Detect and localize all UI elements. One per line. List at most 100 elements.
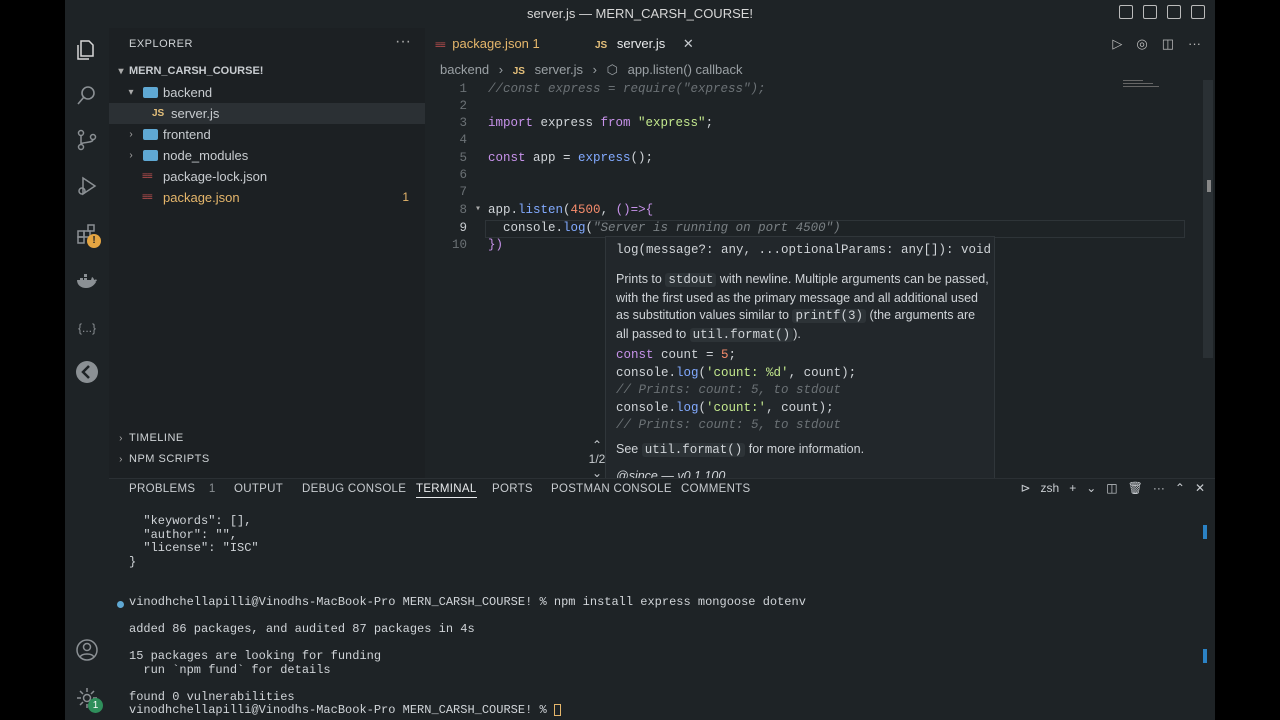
json-file-icon: ≡≡ [435, 40, 446, 51]
tab-terminal[interactable]: TERMINAL [416, 483, 477, 498]
layout-controls [1119, 5, 1205, 19]
tree-item-frontend[interactable]: › frontend [109, 124, 425, 145]
trash-icon[interactable]: 🗑 [1128, 481, 1143, 495]
js-file-icon: JS [152, 108, 165, 119]
chevron-right-icon: › [129, 150, 133, 161]
folder-icon [143, 129, 158, 140]
tree-item-backend[interactable]: ▾ backend [109, 82, 425, 103]
npm-scripts-section[interactable]: › NPM SCRIPTS [109, 449, 425, 470]
search-icon[interactable] [75, 83, 99, 107]
js-file-icon: JS [512, 66, 525, 77]
maximize-panel-icon[interactable]: ⌃ [1175, 481, 1185, 495]
gitkraken-icon[interactable] [75, 360, 99, 384]
workspace-root[interactable]: ▾ MERN_CARSH_COURSE! [109, 61, 425, 82]
terminal-output[interactable]: "keywords": [], "author": "", "license":… [129, 514, 1189, 718]
json-file-icon: ≡≡ [142, 192, 153, 203]
command-status-dot [117, 601, 124, 608]
breadcrumb-symbol[interactable]: app.listen() callback [628, 62, 743, 77]
close-tab-icon[interactable]: ✕ [683, 36, 694, 51]
toggle-secondary-sidebar-icon[interactable] [1167, 5, 1181, 19]
toggle-panel-icon[interactable] [1143, 5, 1157, 19]
toggle-sidebar-icon[interactable] [1119, 5, 1133, 19]
source-control-icon[interactable] [75, 128, 99, 152]
docker-icon[interactable] [75, 270, 99, 294]
title-bar: server.js — MERN_CARSH_COURSE! [65, 0, 1215, 28]
panel-actions: ⊳ zsh + ⌄ ◫ 🗑 ··· ⌃ ✕ [1020, 481, 1205, 495]
code-line-5: const app = express(); [488, 151, 654, 165]
tab-output[interactable]: OUTPUT [234, 483, 283, 495]
more-actions-icon[interactable]: ··· [1153, 481, 1165, 495]
chevron-right-icon: › [129, 129, 133, 140]
more-actions-icon[interactable]: ··· [1188, 36, 1201, 52]
terminal-scroll-marker [1203, 649, 1207, 663]
inline-suggestion: "Server is running on port 4500") [593, 221, 841, 235]
account-icon[interactable] [75, 638, 99, 662]
explorer-icon[interactable] [75, 38, 99, 62]
timeline-section[interactable]: › TIMELINE [109, 428, 425, 449]
line-number: 1 [459, 82, 467, 96]
debug-run-icon[interactable]: ◎ [1136, 36, 1147, 52]
minimap[interactable] [1123, 80, 1163, 110]
chevron-down-icon: ▾ [128, 87, 134, 98]
settings-badge: 1 [88, 698, 103, 713]
window-title: server.js — MERN_CARSH_COURSE! [526, 6, 754, 21]
code-line-1: //const express = require("express"); [488, 82, 766, 96]
hover-signature: log(message?: any, ...optionalParams: an… [616, 243, 992, 257]
fold-chevron-icon[interactable]: ▾ [475, 203, 481, 215]
scrollbar-thumb[interactable] [1207, 180, 1211, 192]
activity-bar: ! {...} 1 [65, 28, 109, 720]
tab-server-js[interactable]: JS server.js ✕ [585, 28, 715, 60]
code-line-3: import express from "express"; [488, 116, 714, 130]
tree-item-server-js[interactable]: JS server.js [109, 103, 425, 124]
tree-item-package-lock[interactable]: ≡≡ package-lock.json [109, 166, 425, 187]
chevron-right-icon: › [119, 433, 123, 444]
customize-layout-icon[interactable] [1191, 5, 1205, 19]
terminal-cursor [553, 704, 561, 716]
breadcrumb-file[interactable]: server.js [535, 62, 583, 77]
extensions-icon[interactable]: ! [75, 222, 101, 248]
tab-comments[interactable]: COMMENTS [681, 483, 750, 495]
cube-icon: ⬡ [606, 62, 618, 77]
code-line-8: app.listen(4500, ()=>{ [488, 203, 654, 217]
tab-postman-console[interactable]: POSTMAN CONSOLE [551, 483, 672, 495]
js-file-icon: JS [595, 40, 608, 51]
chevron-right-icon: › [119, 454, 123, 465]
editor-scrollbar[interactable] [1203, 80, 1213, 358]
new-terminal-icon[interactable]: + [1069, 481, 1076, 495]
tab-problems[interactable]: PROBLEMS 1 [129, 483, 216, 495]
tab-ports[interactable]: PORTS [492, 483, 533, 495]
tab-package-json[interactable]: ≡≡ package.json 1 [435, 28, 565, 60]
bottom-panel: PROBLEMS 1 OUTPUT DEBUG CONSOLE TERMINAL… [109, 478, 1215, 720]
explorer-sidebar: EXPLORER ··· ▾ MERN_CARSH_COURSE! ▾ back… [109, 28, 425, 478]
split-editor-icon[interactable]: ◫ [1162, 36, 1174, 52]
hover-tooltip: log(message?: any, ...optionalParams: an… [605, 236, 995, 480]
tree-item-package-json[interactable]: ≡≡ package.json 1 [109, 187, 425, 208]
chevron-down-icon: ▾ [118, 66, 124, 77]
terminal-icon: ⊳ [1020, 481, 1031, 495]
close-panel-icon[interactable]: ✕ [1195, 481, 1205, 495]
hover-see-also: See util.format() for more information. [616, 442, 865, 457]
explorer-header: EXPLORER [129, 38, 193, 50]
line-number: 3 [459, 116, 467, 130]
line-number: 5 [459, 151, 467, 165]
split-terminal-icon[interactable]: ◫ [1106, 481, 1117, 495]
tab-debug-console[interactable]: DEBUG CONSOLE [302, 483, 406, 495]
more-actions-icon[interactable]: ··· [395, 33, 411, 51]
breadcrumb: backend › JS server.js › ⬡ app.listen() … [440, 62, 748, 80]
line-number: 4 [459, 133, 467, 147]
shell-name[interactable]: zsh [1041, 481, 1060, 495]
warning-icon: ! [87, 234, 101, 248]
line-number: 6 [459, 168, 467, 182]
chevron-down-icon[interactable]: ⌄ [1086, 481, 1096, 495]
run-debug-icon[interactable] [75, 174, 99, 198]
editor-actions: ▷ ◎ ◫ ··· [1112, 36, 1201, 52]
chevron-right-icon: › [498, 62, 504, 77]
editor-tab-bar: ≡≡ package.json 1 JS server.js ✕ ▷ ◎ ◫ ·… [425, 28, 1215, 60]
terminal-scroll-marker [1203, 525, 1207, 539]
breadcrumb-folder[interactable]: backend [440, 62, 489, 77]
settings-gear-icon[interactable]: 1 [75, 686, 103, 713]
run-icon[interactable]: ▷ [1112, 36, 1122, 52]
tree-item-node-modules[interactable]: › node_modules [109, 145, 425, 166]
vscode-window: server.js — MERN_CARSH_COURSE! ! {...} 1… [65, 0, 1215, 720]
json-tools-icon[interactable]: {...} [75, 316, 99, 340]
